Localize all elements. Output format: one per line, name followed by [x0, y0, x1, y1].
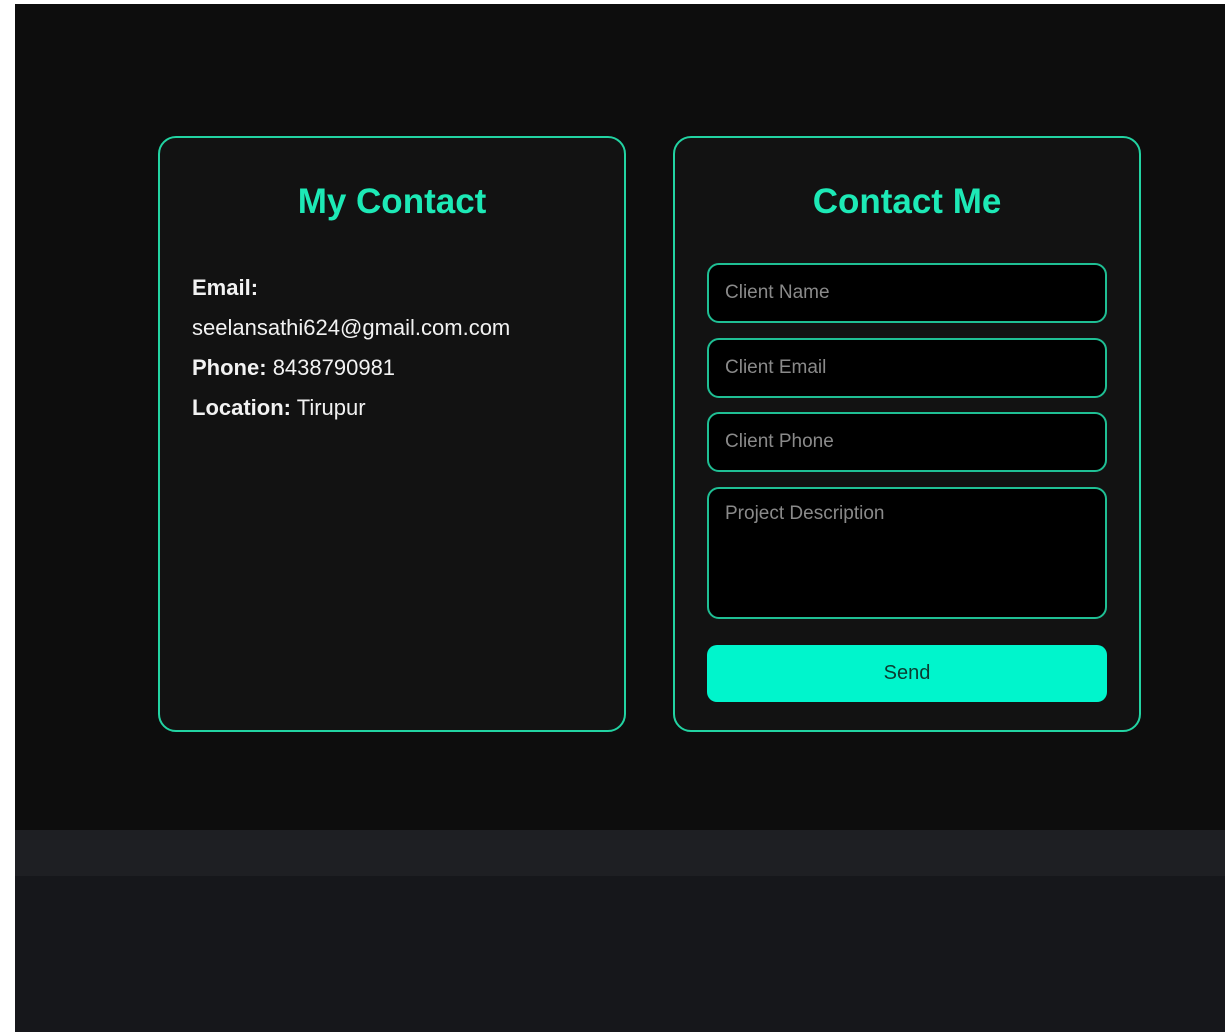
location-row: Location: Tirupur — [192, 388, 602, 428]
my-contact-card: My Contact Email: seelansathi624@gmail.c… — [158, 136, 626, 732]
phone-label: Phone: — [192, 355, 267, 380]
contact-info: Email: seelansathi624@gmail.com.com Phon… — [192, 268, 602, 428]
contact-me-card: Contact Me Send — [673, 136, 1141, 732]
footer-divider — [15, 830, 1225, 876]
phone-row: Phone: 8438790981 — [192, 348, 602, 388]
project-description-textarea[interactable] — [707, 487, 1107, 619]
email-row: Email: — [192, 268, 602, 308]
footer — [15, 876, 1225, 1032]
my-contact-title: My Contact — [297, 182, 487, 221]
phone-value: 8438790981 — [272, 355, 396, 380]
email-label: Email: — [192, 275, 259, 300]
location-value: Tirupur — [296, 395, 366, 420]
email-value: seelansathi624@gmail.com.com — [192, 315, 511, 340]
location-label: Location: — [192, 395, 291, 420]
client-name-input[interactable] — [707, 263, 1107, 323]
client-phone-input[interactable] — [707, 412, 1107, 472]
send-button[interactable]: Send — [707, 645, 1107, 702]
contact-section: My Contact Email: seelansathi624@gmail.c… — [15, 4, 1225, 830]
contact-me-title: Contact Me — [812, 182, 1002, 221]
page: My Contact Email: seelansathi624@gmail.c… — [15, 4, 1225, 1032]
client-email-input[interactable] — [707, 338, 1107, 398]
